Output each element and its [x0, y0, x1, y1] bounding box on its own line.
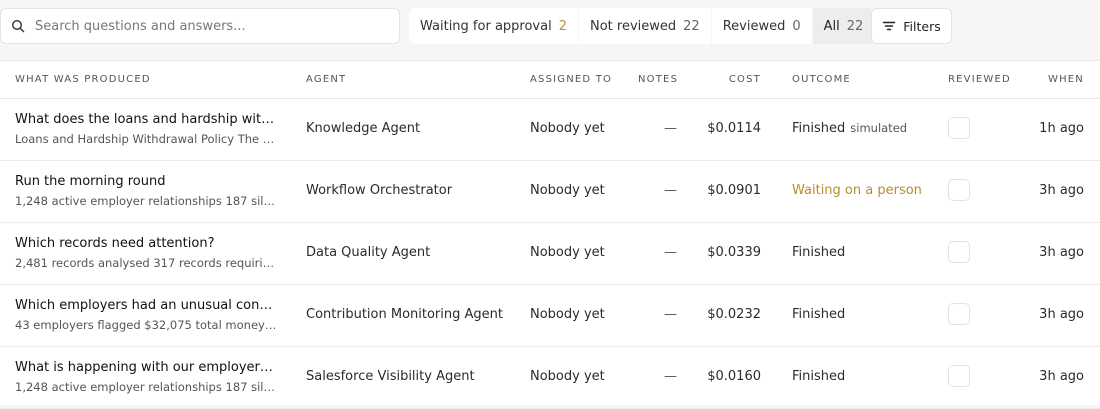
tab-not-reviewed[interactable]: Not reviewed 22 [578, 8, 712, 44]
outcome-status: Finished [792, 369, 846, 384]
row-subtitle: Loans and Hardship Withdrawal Policy The… [15, 132, 277, 146]
reviewed-checkbox[interactable] [948, 179, 970, 201]
reviewed-checkbox[interactable] [948, 303, 970, 325]
row-notes: — [664, 183, 677, 198]
row-when: 3h ago [1039, 245, 1084, 260]
row-notes: — [664, 307, 677, 322]
row-when: 3h ago [1039, 307, 1084, 322]
row-outcome: Finished [792, 307, 845, 322]
table-row[interactable]: What is happening with our employer rela… [0, 347, 1100, 409]
row-agent: Knowledge Agent [306, 121, 421, 136]
row-subtitle: 2,481 records analysed 317 records requi… [15, 256, 277, 270]
col-agent[interactable]: Agent [306, 74, 346, 85]
row-title: Run the morning round [15, 174, 166, 189]
outcome-tag: simulated [850, 121, 908, 135]
row-outcome: Finished [792, 245, 845, 260]
tab-all[interactable]: All 22 [812, 8, 875, 44]
col-outcome[interactable]: Outcome [792, 74, 851, 85]
row-assigned: Nobody yet [530, 121, 605, 136]
outcome-status: Finished [792, 121, 846, 136]
row-assigned: Nobody yet [530, 183, 605, 198]
tab-count: 22 [846, 18, 864, 34]
col-notes[interactable]: Notes [638, 74, 678, 85]
filter-lines-icon [883, 21, 896, 31]
row-when: 3h ago [1039, 183, 1084, 198]
row-agent: Contribution Monitoring Agent [306, 307, 503, 322]
tab-label: Reviewed [722, 18, 786, 34]
tab-label: Not reviewed [589, 18, 677, 34]
row-cost: $0.0160 [707, 369, 761, 384]
col-cost[interactable]: Cost [680, 74, 761, 85]
table-row[interactable]: Run the morning round 1,248 active emplo… [0, 161, 1100, 223]
col-when[interactable]: When [990, 74, 1084, 85]
row-title: Which employers had an unusual contribut… [15, 298, 277, 313]
row-outcome: Finished [792, 369, 845, 384]
search-box[interactable] [0, 8, 400, 44]
row-agent: Workflow Orchestrator [306, 183, 453, 198]
row-agent: Data Quality Agent [306, 245, 431, 260]
row-cost: $0.0114 [707, 121, 761, 136]
filters-button[interactable]: Filters [871, 8, 952, 44]
row-notes: — [664, 245, 677, 260]
tab-count: 2 [558, 18, 567, 34]
row-agent: Salesforce Visibility Agent [306, 369, 475, 384]
row-assigned: Nobody yet [530, 307, 605, 322]
row-assigned: Nobody yet [530, 369, 605, 384]
row-cost: $0.0232 [707, 307, 761, 322]
reviewed-checkbox[interactable] [948, 117, 970, 139]
results-table: What was produced Agent Assigned to Note… [0, 60, 1100, 409]
row-notes: — [664, 369, 677, 384]
tab-reviewed[interactable]: Reviewed 0 [711, 8, 813, 44]
row-when: 3h ago [1039, 369, 1084, 384]
toolbar: Waiting for approval 2 Not reviewed 22 R… [0, 8, 1100, 44]
search-icon [11, 19, 25, 33]
tab-label: All [823, 18, 840, 34]
row-assigned: Nobody yet [530, 245, 605, 260]
row-outcome: Waiting on a person [792, 183, 922, 198]
row-cost: $0.0339 [707, 245, 761, 260]
reviewed-checkbox[interactable] [948, 241, 970, 263]
row-when: 1h ago [1039, 121, 1084, 136]
tab-count: 0 [792, 18, 801, 34]
search-input[interactable] [35, 18, 375, 34]
status-filter-tabs: Waiting for approval 2 Not reviewed 22 R… [409, 8, 875, 44]
outcome-status: Waiting on a person [792, 183, 922, 198]
row-title: Which records need attention? [15, 236, 215, 251]
reviewed-checkbox[interactable] [948, 365, 970, 387]
row-subtitle: 1,248 active employer relationships 187 … [15, 380, 277, 394]
tab-label: Waiting for approval [420, 18, 552, 34]
tab-waiting-for-approval[interactable]: Waiting for approval 2 [409, 8, 579, 44]
tab-count: 22 [683, 18, 700, 34]
col-assigned-to[interactable]: Assigned to [530, 74, 612, 85]
table-header: What was produced Agent Assigned to Note… [0, 61, 1100, 99]
col-what-was-produced[interactable]: What was produced [15, 74, 151, 85]
table-row[interactable]: Which records need attention? 2,481 reco… [0, 223, 1100, 285]
row-subtitle: 1,248 active employer relationships 187 … [15, 194, 277, 208]
row-title: What does the loans and hardship withdra… [15, 112, 277, 127]
row-title: What is happening with our employer rela… [15, 360, 277, 375]
outcome-status: Finished [792, 245, 846, 260]
row-cost: $0.0901 [707, 183, 761, 198]
row-outcome: Finished simulated [792, 121, 907, 136]
table-row[interactable]: What does the loans and hardship withdra… [0, 99, 1100, 161]
filters-button-label: Filters [903, 18, 941, 34]
row-subtitle: 43 employers flagged $32,075 total money… [15, 318, 277, 332]
row-notes: — [664, 121, 677, 136]
table-row[interactable]: Which employers had an unusual contribut… [0, 285, 1100, 347]
outcome-status: Finished [792, 307, 846, 322]
